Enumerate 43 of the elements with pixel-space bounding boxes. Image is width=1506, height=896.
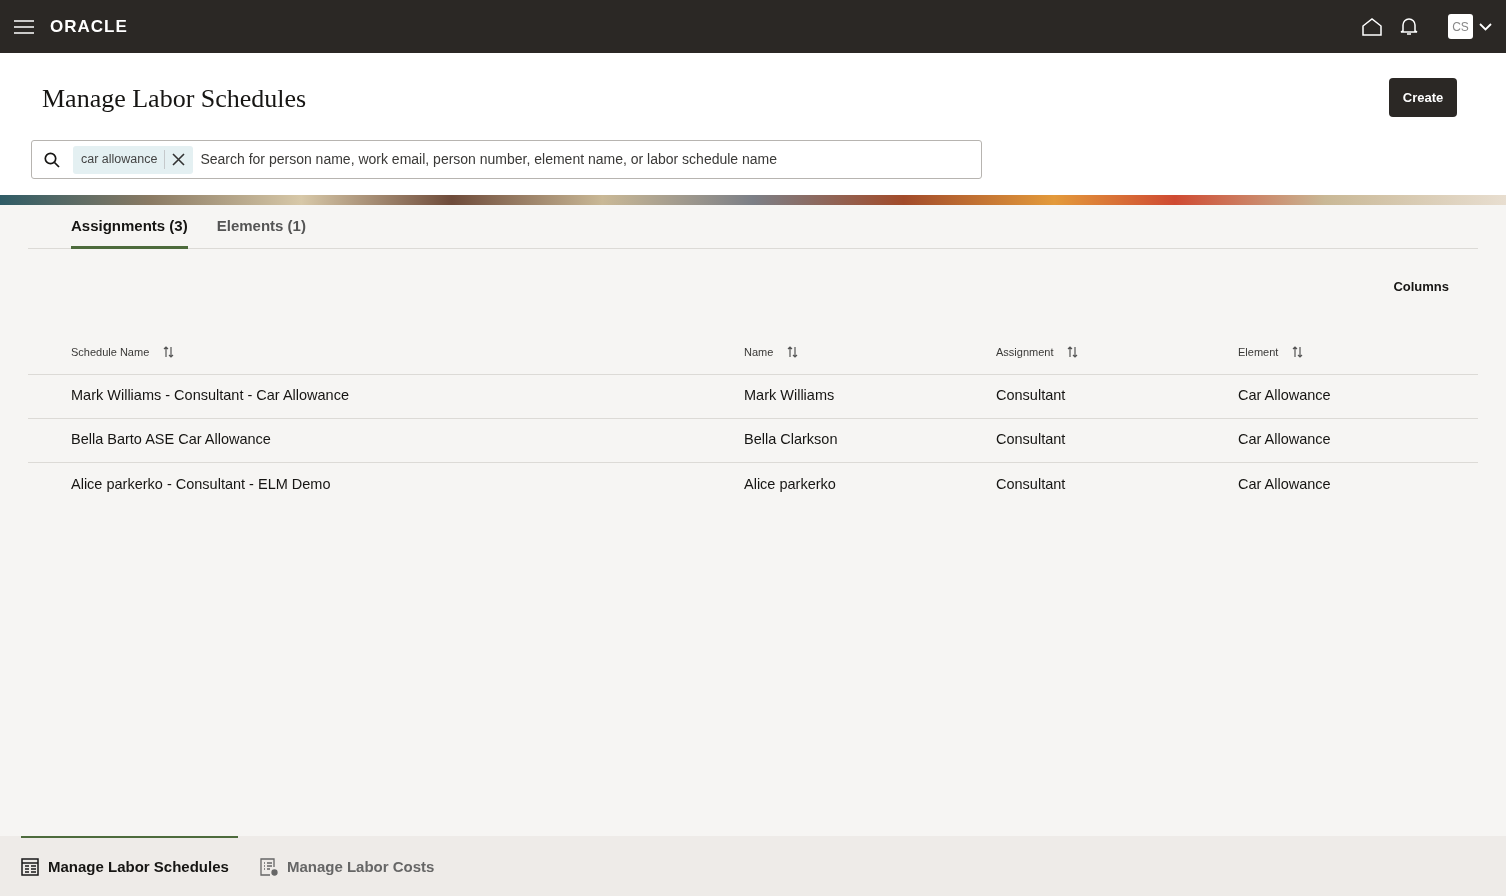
search-icon [44, 151, 60, 168]
table-cell-text: Consultant [996, 474, 1067, 494]
tab[interactable]: Elements (1) [216, 205, 306, 249]
column-header: Element [1238, 344, 1279, 360]
table-cell-text: Mark Williams [744, 386, 836, 406]
table-row[interactable]: Bella Barto ASE Car Allowance Bella Clarkson Consultant Car Allowance [28, 418, 1478, 463]
table-cell-text: Alice parkerko [744, 474, 837, 494]
schedule-table-icon [21, 858, 39, 876]
oracle-logo[interactable]: ORACLE [50, 13, 128, 40]
column-header: Name [744, 344, 774, 360]
table-cell-text: Car Allowance [1238, 430, 1332, 450]
user-avatar[interactable]: CS [1448, 14, 1473, 39]
table-cell-text: Consultant [996, 430, 1067, 450]
search-field[interactable]: car allowance Search for person name, work email, person number, element name, or labor schedule name [31, 140, 982, 179]
table-cell-text: Bella Clarkson [744, 430, 839, 450]
sort-icon[interactable] [163, 346, 175, 358]
bottom-nav-tab[interactable]: Manage Labor Costs [237, 836, 444, 896]
document-list-icon [259, 858, 278, 876]
sort-icon[interactable] [1292, 346, 1304, 358]
home-icon[interactable] [1362, 17, 1382, 36]
create-button[interactable]: Create [1389, 78, 1457, 117]
table-row[interactable]: Alice parkerko - Consultant - ELM Demo Alice parkerko Consultant Car Allowance [28, 462, 1478, 507]
columns-button[interactable]: Columns [1393, 277, 1449, 297]
table-cell-text: Consultant [996, 386, 1067, 406]
table-cell-text: Mark Williams - Consultant - Car Allowance [71, 386, 350, 406]
sort-icon[interactable] [1067, 346, 1079, 358]
page-title: Manage Labor Schedules [42, 83, 307, 115]
menu-icon[interactable] [14, 19, 34, 34]
table-cell-text: Car Allowance [1238, 386, 1332, 406]
bottom-nav-tab[interactable]: Manage Labor Schedules [21, 836, 238, 896]
filter-chip-label: car allowance [81, 150, 166, 169]
table-cell-text: Car Allowance [1238, 474, 1332, 494]
close-icon[interactable] [172, 153, 186, 166]
table-row[interactable]: Mark Williams - Consultant - Car Allowance Mark Williams Consultant Car Allowance [28, 374, 1478, 419]
column-header: Schedule Name [71, 344, 150, 360]
search-input[interactable]: Search for person name, work email, person number, element name, or labor schedule name [200, 149, 969, 170]
sort-icon[interactable] [787, 346, 799, 358]
chevron-down-icon[interactable] [1479, 22, 1492, 31]
table-cell-text: Bella Barto ASE Car Allowance [71, 430, 272, 450]
tab[interactable]: Assignments (3) [71, 205, 188, 249]
notification-bell-icon[interactable] [1400, 17, 1418, 36]
table-cell-text: Alice parkerko - Consultant - ELM Demo [71, 474, 332, 494]
column-header: Assignment [996, 344, 1054, 360]
